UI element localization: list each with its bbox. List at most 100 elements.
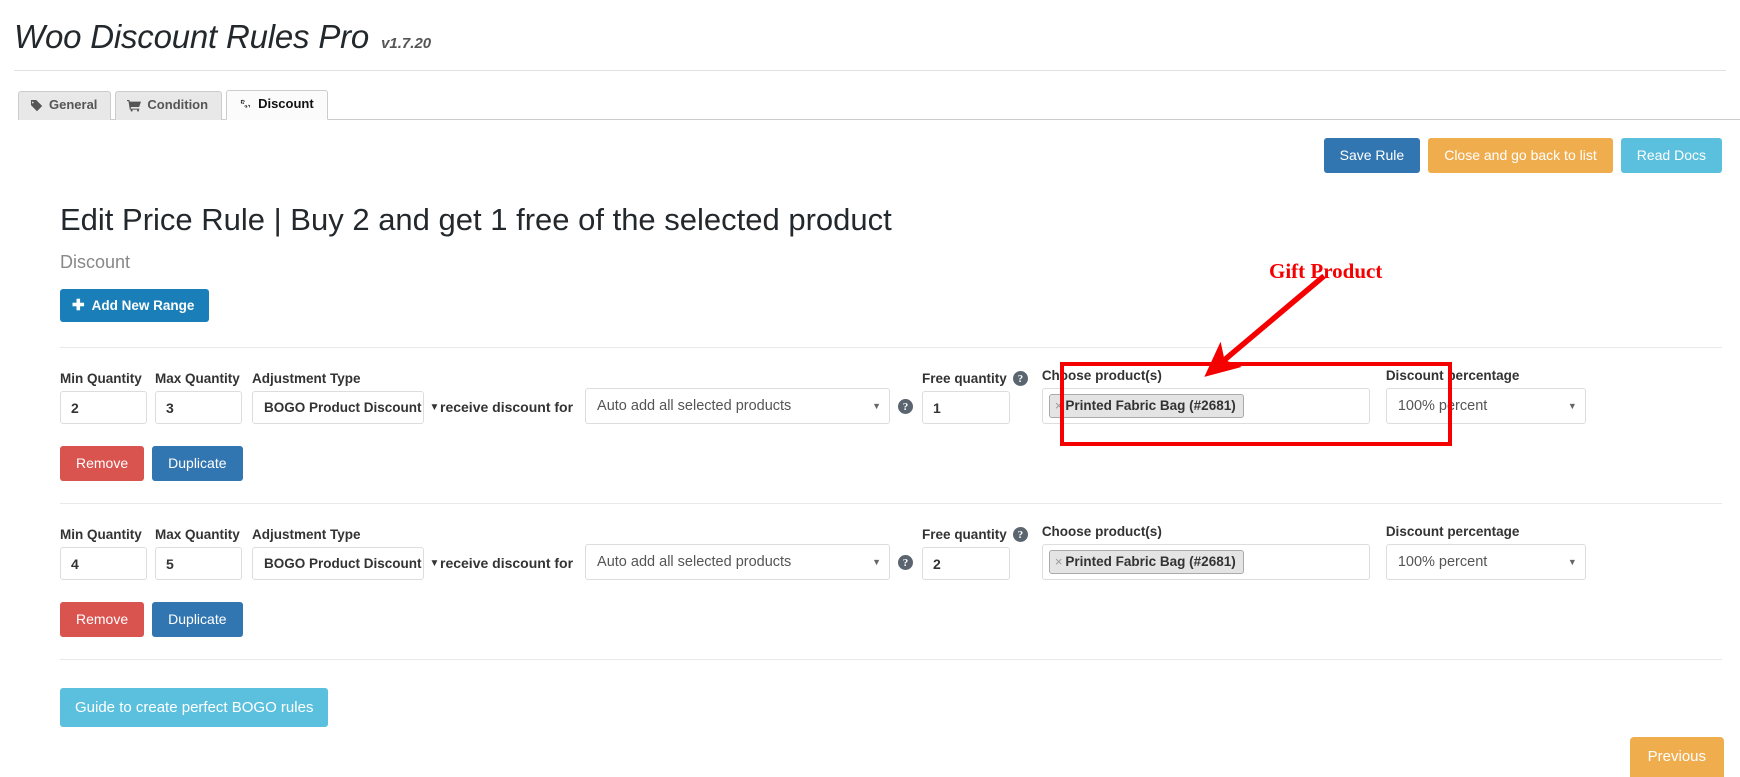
chevron-down-icon: ▼ (1567, 400, 1577, 411)
discount-range-row-1: Min Quantity Max Quantity Adjustment Typ… (60, 348, 1722, 482)
row-2-buttons: Remove Duplicate (60, 602, 1722, 638)
app-version: v1.7.20 (381, 35, 432, 52)
adjustment-type-label: Adjustment Type (252, 371, 361, 387)
discount-percentage-value: 100% percent (1397, 398, 1488, 415)
max-quantity-label: Max Quantity (155, 527, 240, 543)
free-quantity-field-1: Free quantity ? (922, 371, 1028, 425)
cart-icon (127, 99, 142, 112)
receive-discount-for-field-1: Auto add all selected products ▼ (585, 388, 891, 425)
free-quantity-label-text: Free quantity (922, 527, 1007, 543)
adjustment-type-select[interactable]: BOGO Product Discount ▼ (252, 547, 439, 581)
min-quantity-input[interactable] (60, 547, 147, 581)
close-and-go-back-button[interactable]: Close and go back to list (1428, 137, 1613, 173)
plus-icon: ✚ (72, 297, 85, 315)
receive-discount-for-label-1: receive discount for (440, 399, 574, 416)
app-title: Woo Discount Rules Pro (14, 18, 370, 55)
previous-button[interactable]: Previous (1629, 737, 1724, 777)
free-quantity-field-2: Free quantity ? (922, 527, 1028, 581)
add-new-range-button[interactable]: ✚ Add New Range (60, 289, 210, 323)
discount-percentage-value: 100% percent (1397, 554, 1488, 571)
receive-discount-for-field-2: Auto add all selected products ▼ (585, 544, 891, 581)
choose-products-input[interactable]: × Printed Fabric Bag (#2681) (1041, 388, 1370, 425)
adjustment-type-value: BOGO Product Discount (264, 400, 422, 416)
free-quantity-label: Free quantity ? (922, 527, 1028, 543)
receive-discount-for-select[interactable]: Auto add all selected products ▼ (585, 544, 891, 581)
adjustment-type-field-1: Adjustment Type BOGO Product Discount ▼ (252, 371, 439, 425)
choose-products-input[interactable]: × Printed Fabric Bag (#2681) (1041, 544, 1370, 581)
max-quantity-input[interactable] (155, 547, 242, 581)
duplicate-button[interactable]: Duplicate (152, 446, 243, 482)
add-new-range-label: Add New Range (91, 298, 195, 314)
max-quantity-input[interactable] (155, 391, 242, 425)
tab-general[interactable]: General (18, 91, 112, 120)
close-icon[interactable]: × (1055, 398, 1063, 413)
receive-discount-for-value: Auto add all selected products (597, 398, 792, 415)
min-quantity-label: Min Quantity (60, 527, 142, 543)
discount-percentage-field-2: Discount percentage 100% percent ▼ (1385, 524, 1586, 581)
tab-discount[interactable]: Discount (226, 90, 328, 120)
footer-area: Guide to create perfect BOGO rules (60, 660, 1722, 728)
choose-products-field-2: Choose product(s) × Printed Fabric Bag (… (1041, 524, 1370, 581)
chevron-down-icon: ▼ (872, 400, 882, 411)
chevron-down-icon: ▼ (872, 556, 882, 567)
min-quantity-field-1: Min Quantity (60, 371, 147, 425)
receive-discount-for-value: Auto add all selected products (597, 554, 792, 571)
help-icon[interactable]: ? (898, 399, 914, 415)
adjustment-type-field-2: Adjustment Type BOGO Product Discount ▼ (252, 527, 439, 581)
discount-percentage-label: Discount percentage (1385, 368, 1520, 384)
top-actions: Save Rule Close and go back to list Read… (0, 120, 1740, 173)
read-docs-button[interactable]: Read Docs (1620, 137, 1722, 173)
product-token[interactable]: × Printed Fabric Bag (#2681) (1048, 394, 1244, 419)
choose-products-label: Choose product(s) (1041, 368, 1162, 384)
chevron-down-icon: ▼ (429, 557, 440, 569)
row-1-buttons: Remove Duplicate (60, 446, 1722, 482)
duplicate-button[interactable]: Duplicate (152, 602, 243, 638)
discount-percentage-select[interactable]: 100% percent ▼ (1385, 544, 1586, 581)
product-token-label: Printed Fabric Bag (#2681) (1065, 554, 1236, 570)
remove-button[interactable]: Remove (60, 446, 145, 482)
tab-general-label: General (49, 97, 98, 112)
tab-condition-label: Condition (147, 97, 209, 112)
page-header: Woo Discount Rules Pro v1.7.20 (0, 0, 1740, 70)
product-token-label: Printed Fabric Bag (#2681) (1065, 398, 1236, 414)
cogs-icon (238, 98, 252, 111)
min-quantity-field-2: Min Quantity (60, 527, 147, 581)
close-icon[interactable]: × (1055, 554, 1063, 569)
section-subtitle: Discount (60, 252, 131, 273)
main-content: Edit Price Rule | Buy 2 and get 1 free o… (0, 201, 1740, 728)
tag-icon (30, 99, 43, 112)
free-quantity-label: Free quantity ? (922, 371, 1028, 387)
adjustment-type-label: Adjustment Type (252, 527, 361, 543)
free-quantity-input[interactable] (922, 391, 1011, 425)
help-icon[interactable]: ? (898, 555, 914, 571)
discount-percentage-field-1: Discount percentage 100% percent ▼ (1385, 368, 1586, 425)
choose-products-label: Choose product(s) (1041, 524, 1162, 540)
bogo-guide-button[interactable]: Guide to create perfect BOGO rules (60, 688, 329, 728)
header-divider (14, 70, 1726, 71)
min-quantity-label: Min Quantity (60, 371, 142, 387)
free-quantity-label-text: Free quantity (922, 371, 1007, 387)
discount-range-row-2: Min Quantity Max Quantity Adjustment Typ… (60, 504, 1722, 638)
page-title: Edit Price Rule | Buy 2 and get 1 free o… (60, 201, 892, 237)
adjustment-type-select[interactable]: BOGO Product Discount ▼ (252, 391, 439, 425)
tab-bar: General Condition Discount (18, 89, 1740, 120)
save-rule-button[interactable]: Save Rule (1323, 137, 1421, 173)
max-quantity-field-2: Max Quantity (155, 527, 242, 581)
max-quantity-label: Max Quantity (155, 371, 240, 387)
tab-discount-label: Discount (258, 96, 314, 111)
min-quantity-input[interactable] (60, 391, 147, 425)
gift-product-annotation-label: Gift Product (1269, 259, 1383, 283)
tab-condition[interactable]: Condition (115, 91, 223, 120)
free-quantity-input[interactable] (922, 547, 1011, 581)
receive-discount-for-label-2: receive discount for (440, 555, 574, 572)
receive-discount-for-select[interactable]: Auto add all selected products ▼ (585, 388, 891, 425)
help-icon[interactable]: ? (1012, 371, 1028, 387)
choose-products-field-1: Choose product(s) × Printed Fabric Bag (… (1041, 368, 1370, 425)
adjustment-type-value: BOGO Product Discount (264, 556, 422, 572)
remove-button[interactable]: Remove (60, 602, 145, 638)
help-icon[interactable]: ? (1012, 527, 1028, 543)
discount-percentage-select[interactable]: 100% percent ▼ (1385, 388, 1586, 425)
product-token[interactable]: × Printed Fabric Bag (#2681) (1048, 550, 1244, 575)
previous-button-wrapper: Previous (1629, 737, 1724, 777)
chevron-down-icon: ▼ (1567, 556, 1577, 567)
